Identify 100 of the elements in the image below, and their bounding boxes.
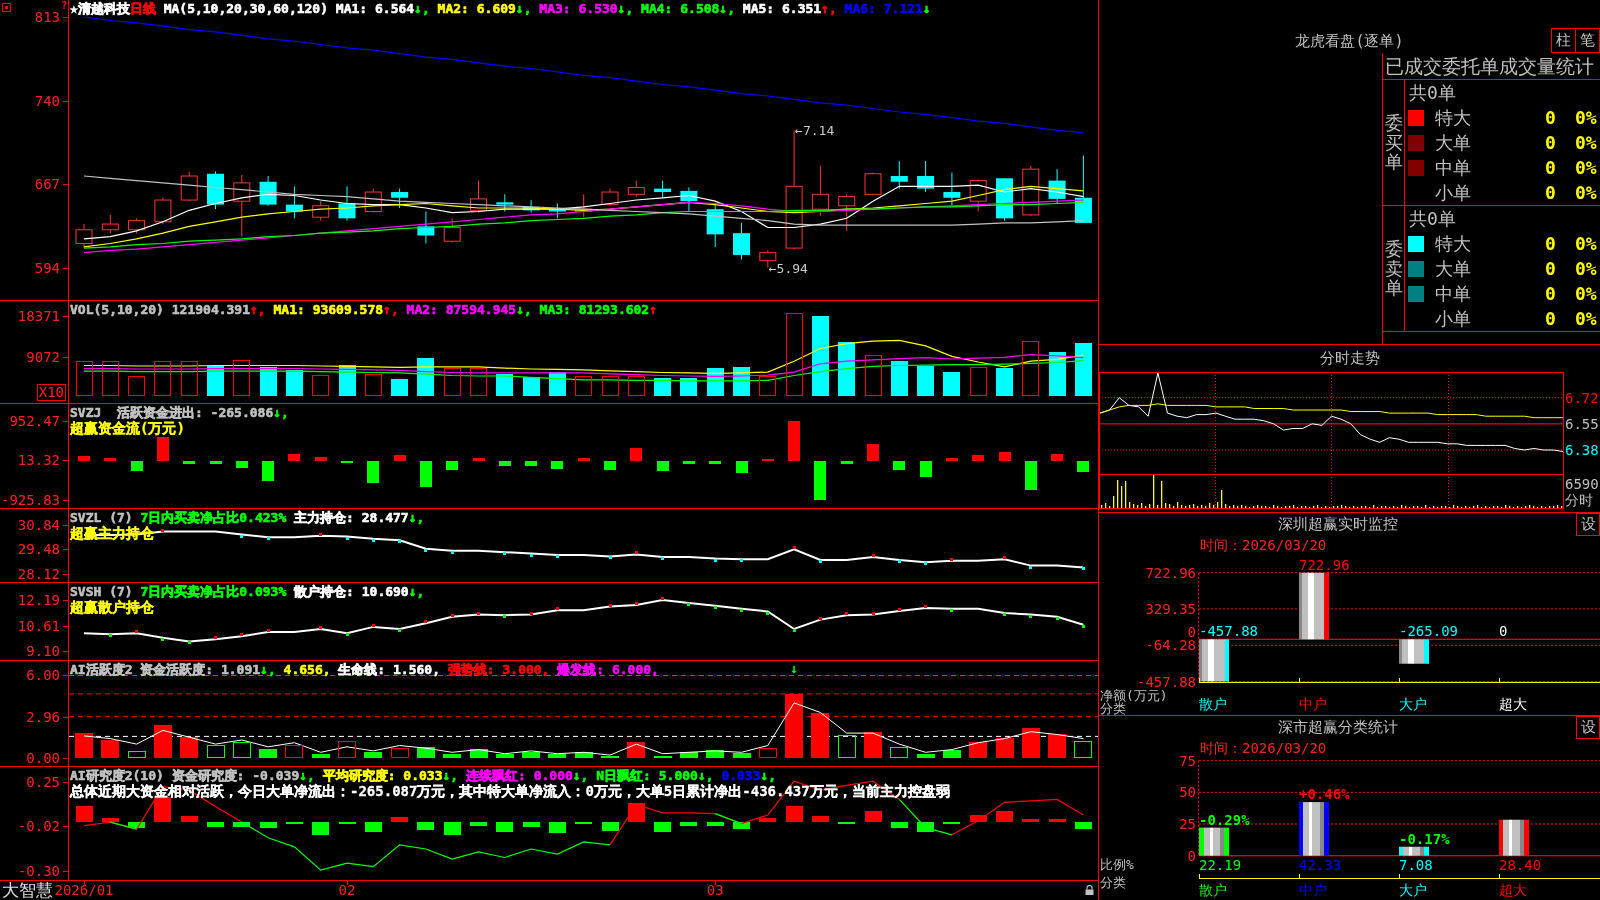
axis-title: 分类 — [1100, 702, 1126, 715]
value-label: 42.33 — [1299, 858, 1342, 872]
indicator-label: AI活跃度2 资金活跃度: 1.091 — [70, 662, 261, 677]
indicator-label: ↓, — [719, 1, 735, 16]
order-share: 0% — [1574, 106, 1597, 129]
price-annotation: ←7.14 — [795, 123, 835, 139]
axis-tick-label: 813 — [34, 10, 60, 25]
indicator-label: MA6: 7.121 — [843, 1, 923, 16]
order-count: 0 — [1544, 106, 1556, 129]
order-type-label: 特大 — [1434, 106, 1471, 129]
scale-label: X10 — [36, 384, 66, 401]
order-count: 0 — [1544, 181, 1556, 204]
axis-tick-label: 952.47 — [9, 414, 60, 428]
order-total: 共0单 — [1409, 82, 1456, 103]
value-label: 22.19 — [1199, 858, 1242, 872]
axis-tick-label: 740 — [34, 93, 60, 108]
indicator-label: VOL(5,10,20) 121904.391 — [70, 302, 250, 317]
axis-tick-label: 9.10 — [26, 644, 60, 658]
axis-tick-label: 6.72 — [1565, 390, 1599, 405]
axis-tick-label: 9072 — [26, 349, 60, 364]
date-label: 02 — [338, 882, 356, 898]
order-share: 0% — [1574, 257, 1597, 280]
panel-title: 分时走势 — [1319, 349, 1380, 367]
indicator-label: ↓, — [617, 1, 634, 16]
group-label: 委买单 — [1384, 112, 1403, 173]
axis-tick-label: 6.38 — [1565, 443, 1599, 457]
order-share: 0% — [1574, 156, 1597, 179]
panel-title: 深圳超赢实时监控 — [1277, 514, 1398, 535]
indicator-label: 7日内买卖净占比0.093% — [140, 584, 287, 599]
indicator-label: 强势线: 3.000, — [446, 662, 550, 677]
statistics-header: 已成交委托单成交量统计 — [1385, 55, 1594, 77]
axis-tick-label: 2.96 — [26, 710, 60, 725]
indicator-label: 生命线: 1.560, — [337, 662, 440, 677]
axis-tick-label: 6.55 — [1565, 416, 1599, 431]
order-share: 0% — [1574, 131, 1597, 154]
indicator-label: 连续飘红: 0.000 — [465, 768, 573, 783]
axis-tick-label: 0.00 — [26, 750, 60, 765]
value-label: 0 — [1499, 624, 1508, 639]
axis-tick-label: 722.96 — [1145, 565, 1196, 580]
order-type-label: 小单 — [1434, 307, 1471, 330]
category-label: 散户 — [1199, 697, 1227, 711]
indicator-label: SVZL (7) — [70, 510, 134, 525]
axis-tick-label: -0.30 — [17, 863, 60, 878]
order-share: 0% — [1574, 232, 1597, 255]
axis-tick-label: 329.35 — [1145, 601, 1196, 616]
axis-title: 分类 — [1100, 876, 1126, 889]
indicator-label: ↓, — [299, 768, 315, 783]
axis-tick-label: 12.19 — [17, 593, 60, 607]
indicator-label: 4.656, — [282, 662, 331, 677]
axis-tick-label: 6.00 — [26, 668, 60, 683]
order-type-label: 大单 — [1434, 131, 1471, 154]
order-count: 0 — [1544, 131, 1556, 154]
indicator-label: AI研究度2(10) 资金研究度: -0.039 — [70, 768, 300, 783]
timestamp: 时间：2026/03/20 — [1200, 537, 1327, 553]
indicator-label: MA(5,10,20,30,60,120) MA1: 6.564 — [162, 1, 415, 16]
change-label: -0.29% — [1199, 812, 1250, 827]
indicator-label: ↓ — [922, 1, 931, 16]
axis-tick-label: -925.83 — [1, 492, 60, 507]
category-label: 中户 — [1299, 883, 1327, 897]
indicator-label: ↓, — [572, 768, 589, 783]
indicator-label: ↓, — [697, 768, 714, 783]
value-label: 7.08 — [1399, 858, 1433, 872]
category-label: 大户 — [1399, 697, 1427, 711]
indicator-label: MA4: 6.508 — [640, 1, 720, 16]
indicator-label: MA3: 81293.602 — [538, 302, 650, 317]
indicator-label: ↓, — [273, 405, 289, 420]
price-annotation: ←5.94 — [768, 260, 808, 276]
indicator-label: 超赢资金流(万元) — [70, 420, 185, 436]
order-count: 0 — [1544, 156, 1556, 179]
indicator-label: 散户持仓: 10.690 — [293, 584, 409, 599]
indicator-label: 0.033 — [720, 768, 761, 783]
order-type-label: 小单 — [1434, 181, 1471, 204]
value-label: 28.40 — [1499, 858, 1542, 872]
date-label: 2026/01 — [54, 882, 114, 898]
indicator-label: SVSH (7) — [70, 584, 134, 599]
panel-title: 龙虎看盘(逐单) — [1295, 32, 1404, 52]
order-total: 共0单 — [1409, 208, 1456, 229]
category-label: 超大 — [1499, 883, 1527, 897]
axis-tick-label: 10.61 — [17, 619, 60, 634]
axis-title: 比例% — [1100, 858, 1134, 871]
value-label: -265.09 — [1399, 624, 1458, 639]
order-count: 0 — [1544, 257, 1556, 280]
order-share: 0% — [1574, 307, 1597, 330]
indicator-label: 主力持仓: 28.477 — [293, 510, 409, 525]
volume-scale-label: 6590 — [1565, 477, 1599, 491]
order-type-label: 中单 — [1434, 282, 1471, 305]
indicator-label: 日线 — [129, 1, 156, 16]
axis-tick-label: -64.28 — [1145, 638, 1196, 653]
axis-tick-label: 18371 — [17, 309, 60, 323]
axis-tick-label: 50 — [1179, 785, 1196, 800]
indicator-label: 爆发线: 6.000, — [556, 662, 659, 677]
category-label: 大户 — [1399, 883, 1427, 897]
indicator-label: 7日内买卖净占比0.423% — [140, 510, 287, 525]
axis-tick-label: 28.12 — [17, 567, 60, 581]
indicator-label: ↓, — [414, 1, 430, 16]
axis-tick-label: 13.32 — [17, 453, 60, 468]
value-label: 722.96 — [1299, 557, 1350, 572]
axis-title: 净额(万元) — [1100, 689, 1168, 702]
order-type-label: 大单 — [1434, 257, 1471, 280]
indicator-label: ↓, — [516, 302, 532, 317]
